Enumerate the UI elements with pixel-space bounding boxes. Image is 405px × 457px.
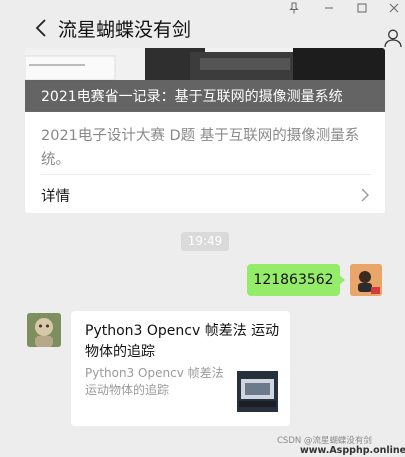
article-title: 2021电赛省一记录：基于互联网的摄像测量系统 bbox=[41, 89, 343, 105]
article-detail-link[interactable]: 详情 bbox=[41, 185, 70, 206]
pin-icon[interactable] bbox=[286, 2, 302, 18]
article-description: 2021电子设计大赛 D题 基于互联网的摄像测量系统。 bbox=[41, 128, 360, 168]
link-card-description: Python3 Opencv 帧差法 运动物体的追踪 bbox=[85, 366, 224, 397]
back-arrow-icon[interactable] bbox=[30, 17, 52, 39]
received-link-card[interactable]: Python3 Opencv 帧差法 运动物体的追踪 Python3 Openc… bbox=[71, 311, 290, 426]
link-card-title: Python3 Opencv 帧差法 运动物体的追踪 bbox=[85, 323, 280, 360]
chat-title: 流星蝴蝶没有剑 bbox=[58, 19, 192, 41]
divider bbox=[41, 174, 371, 175]
maximize-icon[interactable] bbox=[354, 2, 370, 18]
message-timestamp: 19:49 bbox=[181, 232, 229, 251]
link-card-thumbnail bbox=[237, 371, 278, 412]
close-icon[interactable] bbox=[386, 2, 402, 18]
bubble-tail bbox=[339, 275, 345, 285]
article-card[interactable]: 2021电赛省一记录：基于互联网的摄像测量系统 2021电子设计大赛 D题 基于… bbox=[25, 48, 385, 213]
my-avatar[interactable] bbox=[350, 264, 382, 296]
contact-avatar[interactable] bbox=[27, 313, 61, 347]
minimize-icon[interactable] bbox=[321, 2, 337, 18]
chevron-right-icon bbox=[361, 188, 369, 202]
sent-message-bubble[interactable]: 121863562 bbox=[247, 264, 340, 296]
site-watermark: www.Aspphp.online bbox=[300, 445, 405, 456]
profile-icon[interactable] bbox=[383, 28, 403, 48]
